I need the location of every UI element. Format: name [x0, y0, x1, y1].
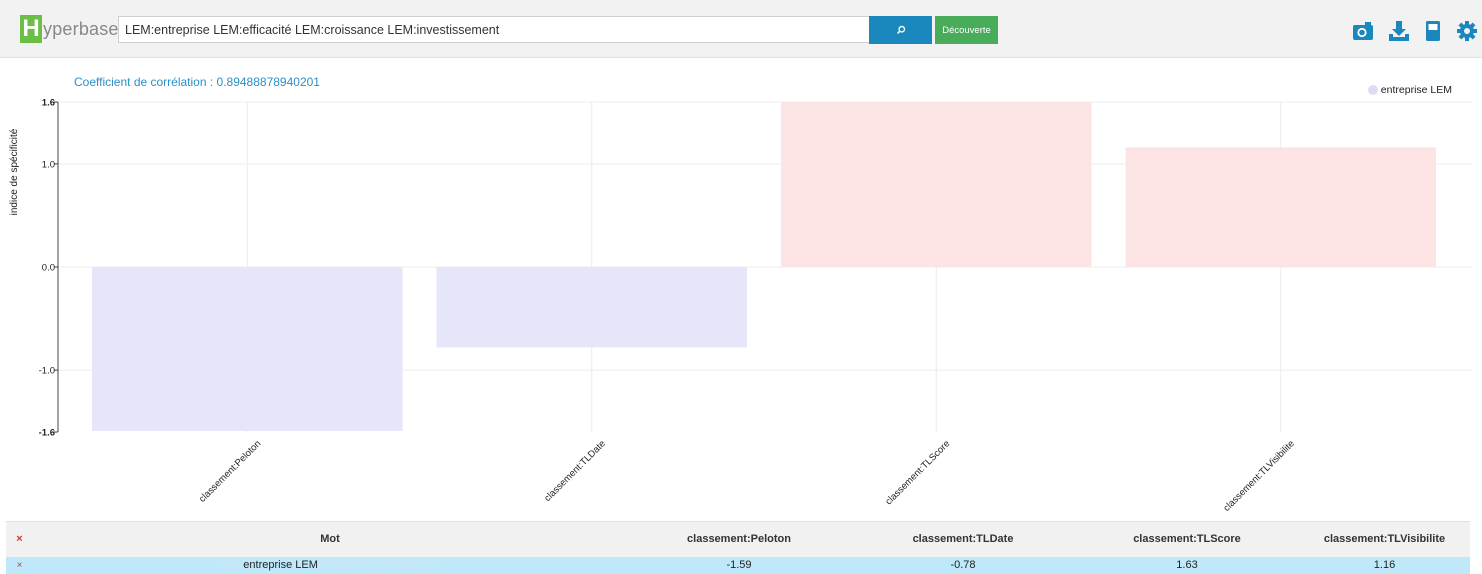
bar-classement-tlscore — [781, 102, 1092, 267]
y-tick-label: 0.0 — [42, 263, 55, 274]
table-header-row: × Mot classement:Peloton classement:TLDa… — [6, 521, 1470, 557]
remove-all-icon[interactable]: × — [6, 521, 33, 557]
value-cell-tldate: -0.78 — [851, 556, 1075, 574]
bar-classement-peloton — [92, 267, 403, 431]
table-row[interactable]: × LEM:entreprise LEMefficacité LEM:crois… — [6, 556, 1470, 574]
results-table: × Mot classement:Peloton classement:TLDa… — [6, 521, 1470, 574]
column-header-mot[interactable]: Mot — [33, 521, 627, 557]
column-header-tldate[interactable]: classement:TLDate — [851, 521, 1075, 557]
y-tick-label: 1.0 — [42, 159, 55, 170]
x-tick-label: classement:TLVisibilite — [1221, 438, 1296, 513]
column-header-tlscore[interactable]: classement:TLScore — [1075, 521, 1299, 557]
word-suffix: efficacité LEM:croissance — [317, 559, 443, 571]
x-tick-label: classement:TLDate — [542, 438, 608, 504]
bar-classement-tlvisibilite — [1125, 147, 1436, 267]
y-axis-label: indice de spécificité — [9, 128, 20, 215]
y-tick-label: -1.0 — [39, 366, 55, 377]
column-header-tlvisibilite[interactable]: classement:TLVisibilite — [1299, 521, 1470, 557]
column-header-peloton[interactable]: classement:Peloton — [627, 521, 851, 557]
value-cell-peloton: -1.59 — [627, 556, 851, 574]
chart-bars — [92, 102, 1436, 431]
remove-row-icon[interactable]: × — [6, 556, 33, 574]
x-tick-label: classement:TLScore — [883, 438, 952, 507]
word-label: entreprise LEM — [243, 559, 318, 571]
word-cell: LEM:entreprise LEMefficacité LEM:croissa… — [33, 556, 627, 574]
y-tick-label: 1.6 — [42, 98, 55, 109]
bar-chart: 1.6 1.0 0.0 -1.0 -1.6 classement:Peloton class… — [9, 98, 1472, 514]
value-cell-tlvisibilite: 1.16 — [1299, 556, 1470, 574]
word-prefix: LEM: — [217, 559, 244, 571]
value-cell-tlscore: 1.63 — [1075, 556, 1299, 574]
y-tick-label: -1.6 — [39, 428, 55, 439]
x-tick-label: classement:Peloton — [197, 438, 263, 504]
bar-classement-tldate — [436, 267, 747, 348]
